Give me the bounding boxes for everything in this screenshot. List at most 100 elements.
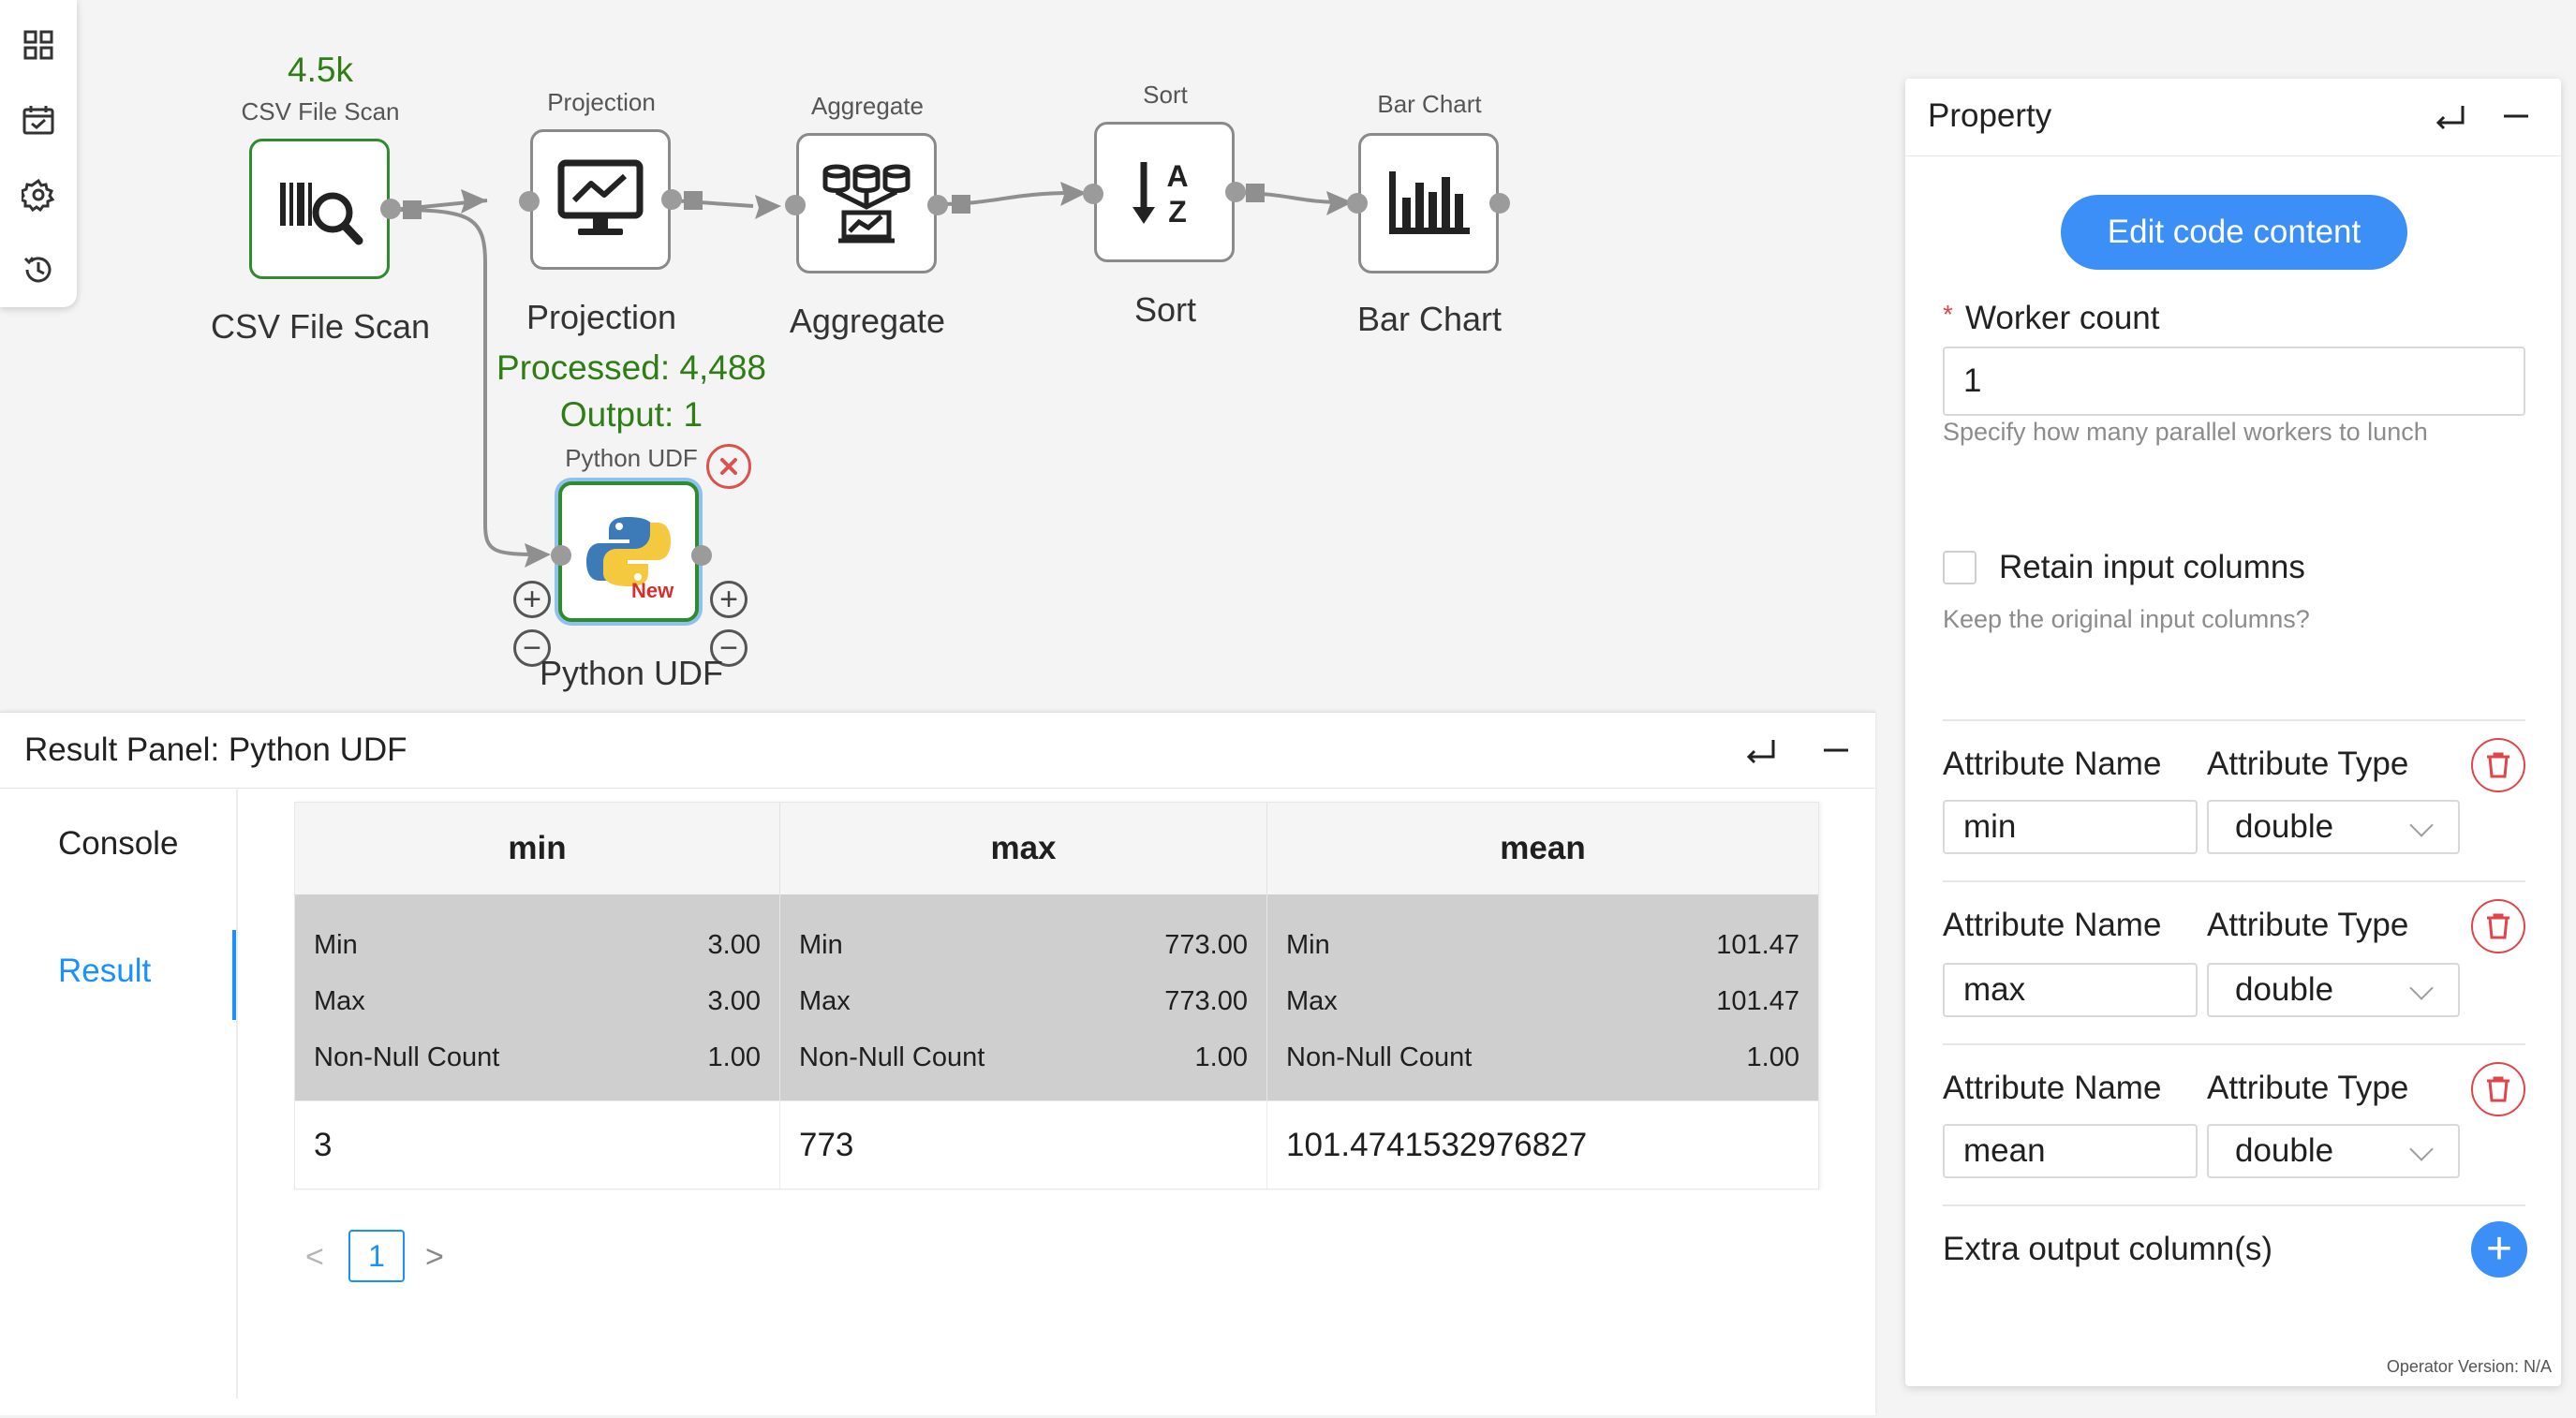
trash-icon: [2487, 913, 2509, 939]
table-cell-mean[interactable]: 101.4741532976827: [1267, 1100, 1818, 1189]
minimize-icon[interactable]: [1815, 730, 1857, 771]
monitor-chart-icon: [557, 159, 644, 235]
delete-operator-icon[interactable]: [706, 444, 751, 489]
attribute-type-select[interactable]: double: [2207, 1124, 2460, 1178]
operator-bar-chart[interactable]: [1358, 133, 1499, 273]
grid-icon[interactable]: [20, 26, 57, 64]
add-input-port-button[interactable]: +: [513, 581, 551, 618]
sort-output-port[interactable]: [1225, 182, 1246, 202]
stat-key: Max: [1286, 986, 1338, 1016]
enter-icon[interactable]: [2430, 96, 2471, 137]
divider: [1943, 1043, 2525, 1045]
barchart-output-port[interactable]: [1489, 193, 1510, 214]
delete-attribute-button[interactable]: [2471, 1062, 2525, 1116]
barchart-small-label: Bar Chart: [1377, 90, 1482, 118]
stat-value: 1.00: [1194, 1042, 1248, 1072]
attribute-type-label: Attribute Type: [2207, 907, 2409, 943]
gear-icon[interactable]: [20, 176, 57, 214]
minimize-icon[interactable]: [2495, 96, 2537, 137]
retain-input-columns-checkbox[interactable]: [1943, 551, 1976, 584]
attribute-type-select[interactable]: double: [2207, 800, 2460, 854]
aggregate-input-port[interactable]: [785, 195, 806, 215]
add-output-port-button[interactable]: +: [710, 581, 748, 618]
attribute-name-input[interactable]: mean: [1943, 1124, 2198, 1178]
prev-page-button[interactable]: <: [305, 1239, 324, 1276]
projection-input-port[interactable]: [519, 191, 540, 212]
property-panel: Property Edit code content * Worker coun…: [1905, 79, 2561, 1386]
calendar-icon[interactable]: [20, 101, 57, 139]
stat-value: 101.47: [1716, 930, 1799, 960]
projection-output-stat: Output: 1: [559, 395, 703, 434]
stat-value: 1.00: [707, 1042, 761, 1072]
worker-count-label: Worker count: [1965, 300, 2160, 336]
new-badge: New: [631, 579, 674, 602]
edge-handle: [952, 195, 970, 214]
column-header-mean[interactable]: mean: [1267, 803, 1818, 894]
history-icon[interactable]: [20, 251, 57, 288]
delete-attribute-button[interactable]: [2471, 738, 2525, 792]
chevron-down-icon: [2409, 1137, 2434, 1161]
add-column-button[interactable]: +: [2471, 1221, 2527, 1278]
trash-icon: [2487, 752, 2509, 778]
attribute-type-value: double: [2235, 971, 2334, 1008]
property-panel-title: Property: [1928, 97, 2052, 134]
operator-python-udf[interactable]: New: [558, 481, 699, 622]
table-cell-max[interactable]: 773: [780, 1100, 1267, 1189]
edit-code-content-button[interactable]: Edit code content: [2061, 195, 2407, 270]
edge-handle: [1246, 184, 1265, 202]
attribute-name-label: Attribute Name: [1943, 746, 2162, 782]
result-panel: Result Panel: Python UDF Console Result …: [0, 712, 1875, 1415]
csv-output-port[interactable]: [380, 199, 401, 219]
delete-attribute-button[interactable]: [2471, 899, 2525, 953]
operator-projection[interactable]: [530, 129, 671, 270]
attribute-type-select[interactable]: double: [2207, 963, 2460, 1017]
barcode-search-icon: [280, 183, 363, 245]
stat-value: 773.00: [1164, 930, 1248, 960]
edge-handle: [684, 191, 703, 210]
barchart-label: Bar Chart: [1356, 300, 1503, 338]
tab-result[interactable]: Result: [58, 953, 151, 990]
divider: [1943, 1204, 2525, 1206]
csv-output-count: 4.5k: [288, 51, 353, 89]
page-1-button[interactable]: 1: [348, 1230, 405, 1282]
barchart-input-port[interactable]: [1347, 193, 1368, 214]
next-page-button[interactable]: >: [425, 1239, 444, 1276]
extra-output-columns-label: Extra output column(s): [1943, 1231, 2273, 1267]
divider: [1943, 719, 2525, 721]
projection-output-port[interactable]: [661, 189, 682, 210]
trash-icon: [2487, 1076, 2509, 1102]
stat-key: Min: [314, 930, 358, 960]
column-header-max[interactable]: max: [780, 803, 1267, 894]
sort-az-icon: A Z: [1133, 159, 1189, 229]
enter-icon[interactable]: [1740, 730, 1782, 771]
operator-aggregate[interactable]: [796, 133, 937, 273]
property-panel-header: Property: [1905, 79, 2561, 156]
stat-value: 773.00: [1164, 986, 1248, 1016]
aggregate-label: Aggregate: [789, 302, 946, 340]
column-header-min[interactable]: min: [295, 803, 780, 894]
worker-count-hint: Specify how many parallel workers to lun…: [1943, 418, 2428, 446]
operator-sort[interactable]: A Z: [1094, 122, 1235, 262]
aggregate-output-port[interactable]: [927, 195, 948, 215]
sort-input-port[interactable]: [1083, 184, 1103, 204]
stat-value: 3.00: [707, 930, 761, 960]
worker-count-input[interactable]: 1: [1943, 347, 2525, 416]
attribute-name-input[interactable]: max: [1943, 963, 2198, 1017]
pythonudf-input-port[interactable]: [551, 545, 571, 566]
operator-csv-file-scan[interactable]: [249, 139, 390, 279]
stat-key: Min: [1286, 930, 1330, 960]
attribute-name-input[interactable]: min: [1943, 800, 2198, 854]
chevron-down-icon: [2409, 813, 2434, 837]
chevron-down-icon: [2409, 976, 2434, 1000]
result-side-tabs: Console Result: [0, 790, 238, 1398]
result-table: min max mean Min 3.00 Max 3.00 Non-Null Co…: [294, 802, 1819, 1189]
required-mark: *: [1943, 300, 1953, 329]
stat-value: 3.00: [707, 986, 761, 1016]
left-toolbar: [0, 0, 77, 307]
svg-text:Z: Z: [1168, 195, 1187, 229]
attribute-name-label: Attribute Name: [1943, 1070, 2162, 1106]
stat-key: Min: [799, 930, 843, 960]
pythonudf-output-port[interactable]: [691, 545, 712, 566]
tab-console[interactable]: Console: [58, 825, 178, 863]
table-cell-min[interactable]: 3: [295, 1100, 780, 1189]
